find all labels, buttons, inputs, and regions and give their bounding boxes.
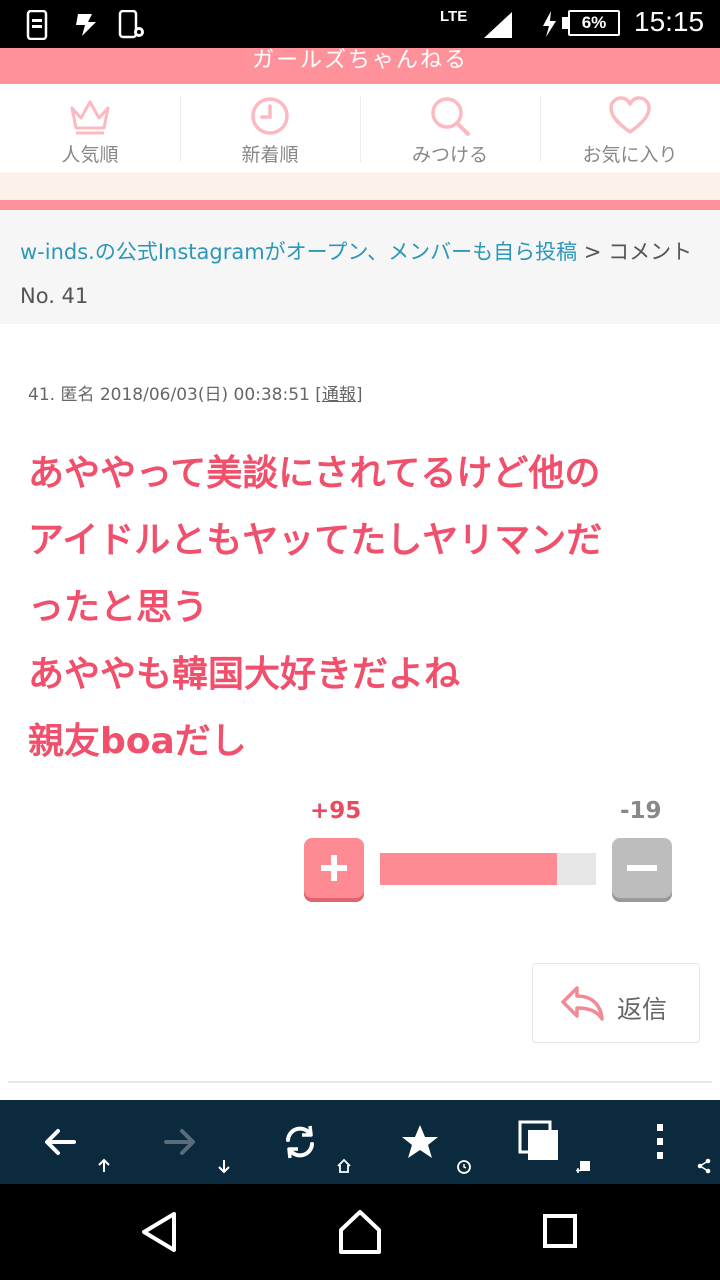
bookmark-button[interactable] xyxy=(360,1100,480,1184)
download-notification-icon xyxy=(76,14,96,36)
tab-newest[interactable]: 新着順 xyxy=(180,84,360,174)
vote-ratio-bar xyxy=(380,853,596,885)
recents-square-icon xyxy=(543,1214,577,1248)
tab-favorites[interactable]: お気に入り xyxy=(540,84,720,174)
menu-button[interactable] xyxy=(600,1100,720,1184)
nav-tabs: 人気順 新着順 みつける お気に入り xyxy=(0,84,720,174)
menu-icon xyxy=(657,1124,663,1159)
system-recents-button[interactable] xyxy=(530,1204,590,1260)
report-bracket-open: [ xyxy=(315,385,322,405)
minus-icon xyxy=(627,865,657,871)
site-header[interactable]: ガールズちゃんねる xyxy=(0,48,720,84)
comment-body: あややって美談にされてるけど他の アイドルともヤッてたしヤリマンだ ったと思う … xyxy=(28,440,698,775)
phone-notification-icon xyxy=(26,10,48,40)
tab-popular[interactable]: 人気順 xyxy=(0,84,180,174)
refresh-button[interactable] xyxy=(240,1100,360,1184)
site-title[interactable]: ガールズちゃんねる xyxy=(252,48,468,73)
browser-toolbar xyxy=(0,1100,720,1184)
scroll-top-icon xyxy=(98,1158,110,1172)
comment-divider xyxy=(8,1081,712,1083)
plus-vote-count: +95 xyxy=(310,798,362,824)
topic-link[interactable]: w-inds.の公式Instagramがオープン、メンバーも自ら投稿 xyxy=(20,240,577,264)
comment-line: あややも韓国大好きだよね xyxy=(28,654,461,695)
tabs-button[interactable] xyxy=(480,1100,600,1184)
comment-line: あややって美談にされてるけど他の xyxy=(28,453,601,494)
reply-arrow-icon xyxy=(561,986,604,1021)
breadcrumb-separator: > xyxy=(577,240,609,264)
back-icon xyxy=(45,1129,76,1155)
comment-datetime: 2018/06/03(日) 00:38:51 xyxy=(99,385,310,405)
phone-settings-icon xyxy=(118,10,144,39)
reply-label: 返信 xyxy=(617,995,668,1024)
bookmark-star-icon xyxy=(402,1125,438,1158)
refresh-icon xyxy=(286,1125,314,1159)
home-outline-icon xyxy=(339,1210,381,1254)
minus-vote-button[interactable] xyxy=(612,838,672,898)
comment-line: 親友boaだし xyxy=(28,721,247,762)
reply-button[interactable]: 返信 xyxy=(532,963,700,1043)
tab-search[interactable]: みつける xyxy=(360,84,540,174)
comment-number: 41. xyxy=(28,385,56,405)
vote-ratio-fill xyxy=(380,853,558,885)
status-bar: LTE 6% 15:15 xyxy=(0,0,720,48)
pink-divider xyxy=(0,200,720,210)
home-icon xyxy=(337,1158,351,1173)
tabs-icon xyxy=(518,1120,558,1160)
triangle-back-icon xyxy=(142,1212,176,1252)
crown-icon xyxy=(70,100,110,135)
tab-label: みつける xyxy=(411,144,488,166)
search-icon xyxy=(431,97,470,136)
signal-icon xyxy=(484,12,512,38)
report-bracket-close: ] xyxy=(355,385,363,405)
scroll-bottom-icon xyxy=(218,1160,230,1174)
history-icon xyxy=(457,1160,471,1174)
comment-author: 匿名 xyxy=(60,385,95,405)
battery-level: 6% xyxy=(568,10,620,36)
comment-meta: 41. 匿名 2018/06/03(日) 00:38:51 [通報] xyxy=(28,380,363,405)
charging-icon xyxy=(543,11,556,37)
tab-label: 新着順 xyxy=(241,144,299,166)
minus-vote-count: -19 xyxy=(620,798,662,824)
clock-icon xyxy=(251,97,289,135)
report-link[interactable]: 通報 xyxy=(322,385,356,405)
cream-band xyxy=(0,174,720,200)
comment-line: ったと思う xyxy=(28,587,209,628)
clock: 15:15 xyxy=(634,6,705,37)
back-button[interactable] xyxy=(0,1100,120,1184)
system-back-button[interactable] xyxy=(130,1204,190,1260)
comment-line: アイドルともヤッてたしヤリマンだ xyxy=(28,520,603,561)
tab-label: お気に入り xyxy=(582,144,678,166)
share-icon xyxy=(697,1158,711,1174)
forward-icon xyxy=(164,1129,195,1155)
system-nav-bar xyxy=(0,1184,720,1280)
tab-label: 人気順 xyxy=(61,144,119,166)
plus-vote-button[interactable] xyxy=(304,838,364,898)
network-type: LTE xyxy=(440,8,468,25)
breadcrumb: w-inds.の公式Instagramがオープン、メンバーも自ら投稿 > コメン… xyxy=(0,210,720,324)
forward-button[interactable] xyxy=(120,1100,240,1184)
plus-icon xyxy=(321,855,347,881)
system-home-button[interactable] xyxy=(330,1204,390,1260)
new-tab-icon xyxy=(576,1161,590,1173)
heart-icon xyxy=(609,96,651,134)
